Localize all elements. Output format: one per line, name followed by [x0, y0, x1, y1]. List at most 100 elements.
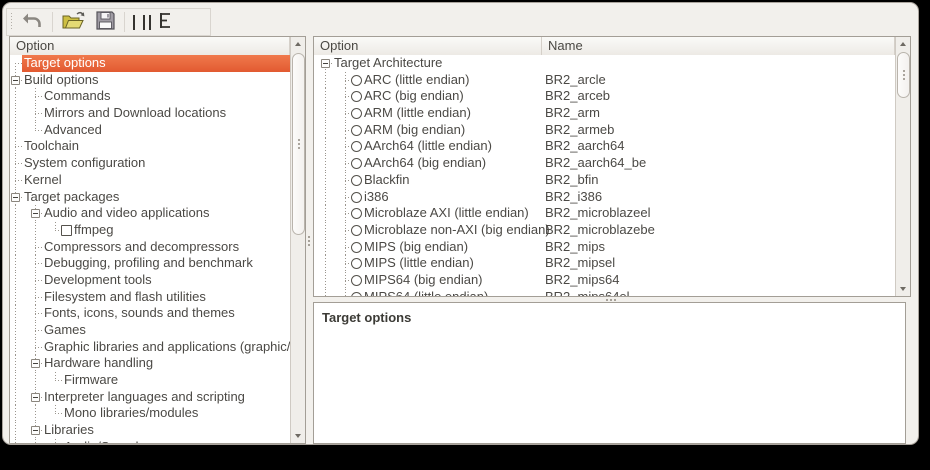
tree-item[interactable]: Games: [10, 322, 290, 339]
tree-item[interactable]: MIPS64 (big endian)BR2_mips64: [314, 272, 895, 289]
open-button[interactable]: [58, 10, 90, 34]
scroll-down-icon[interactable]: [291, 429, 305, 443]
tree-item[interactable]: Mono libraries/modules: [10, 405, 290, 422]
tree-guide-line: [15, 239, 16, 256]
tree-item[interactable]: ffmpeg: [10, 222, 290, 239]
tree-item[interactable]: Mirrors and Download locations: [10, 105, 290, 122]
collapse-minus-icon[interactable]: [11, 193, 20, 202]
tree-item[interactable]: BlackfinBR2_bfin: [314, 172, 895, 189]
scroll-up-icon[interactable]: [291, 37, 305, 51]
tree-item[interactable]: ARC (little endian)BR2_arcle: [314, 72, 895, 89]
toolbar-drag-handle[interactable]: [9, 13, 13, 31]
left-scrollbar[interactable]: [290, 37, 305, 443]
tree-guide-line: [325, 239, 326, 256]
tree-guide-line: [15, 305, 16, 322]
tree-item[interactable]: AArch64 (big endian)BR2_aarch64_be: [314, 155, 895, 172]
scroll-down-icon[interactable]: [896, 282, 910, 296]
config-symbol-name: BR2_armeb: [545, 122, 614, 139]
tree-item[interactable]: Advanced: [10, 122, 290, 139]
tree-item[interactable]: Firmware: [10, 372, 290, 389]
radio-icon[interactable]: [351, 292, 362, 296]
radio-icon[interactable]: [351, 125, 362, 136]
collapse-minus-icon[interactable]: [31, 393, 40, 402]
radio-icon[interactable]: [351, 141, 362, 152]
tree-item[interactable]: i386BR2_i386: [314, 189, 895, 206]
tree-guide-line: [325, 189, 326, 206]
left-panel-header: Option: [10, 37, 290, 56]
checkbox-icon[interactable]: [61, 225, 72, 236]
collapse-minus-icon[interactable]: [31, 426, 40, 435]
tree-guide-line: [15, 63, 24, 64]
split-view-button[interactable]: [140, 10, 154, 34]
tree-item[interactable]: Development tools: [10, 272, 290, 289]
tree-item-label: Hardware handling: [44, 355, 153, 372]
tree-item[interactable]: MIPS64 (little endian)BR2_mips64el: [314, 289, 895, 296]
tree-item[interactable]: Audio and video applications: [10, 205, 290, 222]
collapse-minus-icon[interactable]: [321, 59, 330, 68]
full-view-button[interactable]: [156, 10, 175, 34]
config-symbol-name: BR2_bfin: [545, 172, 598, 189]
tree-guide-line: [345, 289, 346, 296]
radio-icon[interactable]: [351, 158, 362, 169]
tree-item[interactable]: Target packages: [10, 189, 290, 206]
radio-icon[interactable]: [351, 75, 362, 86]
radio-icon[interactable]: [351, 242, 362, 253]
tree-item-label: MIPS64 (big endian): [364, 272, 483, 289]
tree-item[interactable]: Microblaze non-AXI (big endian)BR2_micro…: [314, 222, 895, 239]
tree-item[interactable]: Commands: [10, 88, 290, 105]
radio-icon[interactable]: [351, 108, 362, 119]
tree-item[interactable]: ARC (big endian)BR2_arceb: [314, 88, 895, 105]
undo-button[interactable]: [17, 10, 47, 34]
tree-item[interactable]: Target options: [10, 55, 290, 72]
single-view-button[interactable]: [130, 10, 138, 34]
right-scrollbar-thumb[interactable]: [897, 52, 910, 98]
config-symbol-name: BR2_mips: [545, 239, 605, 256]
tree-item[interactable]: Debugging, profiling and benchmark: [10, 255, 290, 272]
radio-icon[interactable]: [351, 175, 362, 186]
collapse-minus-icon[interactable]: [31, 359, 40, 368]
option-column-header[interactable]: Option: [10, 37, 290, 55]
tree-item[interactable]: Build options: [10, 72, 290, 89]
tree-item[interactable]: AArch64 (little endian)BR2_aarch64: [314, 138, 895, 155]
radio-icon[interactable]: [351, 225, 362, 236]
right-scrollbar[interactable]: [895, 37, 910, 296]
left-scrollbar-thumb[interactable]: [292, 53, 305, 235]
radio-icon[interactable]: [351, 208, 362, 219]
tree-item-label: Toolchain: [24, 138, 79, 155]
save-button[interactable]: [92, 10, 119, 34]
tree-guide-line: [325, 88, 326, 105]
tree-guide-line: [325, 255, 326, 272]
tree-item[interactable]: Microblaze AXI (little endian)BR2_microb…: [314, 205, 895, 222]
tree-item[interactable]: Audio/Sound: [10, 439, 290, 443]
tree-item[interactable]: System configuration: [10, 155, 290, 172]
radio-icon[interactable]: [351, 91, 362, 102]
tree-item[interactable]: Compressors and decompressors: [10, 239, 290, 256]
tree-item[interactable]: ARM (big endian)BR2_armeb: [314, 122, 895, 139]
vertical-splitter[interactable]: [306, 36, 313, 444]
tree-item[interactable]: Hardware handling: [10, 355, 290, 372]
tree-item[interactable]: Filesystem and flash utilities: [10, 289, 290, 306]
tree-item-label: Target Architecture: [334, 55, 442, 72]
tree-guide-line: [35, 247, 44, 248]
tree-item[interactable]: Graphic libraries and applications (grap…: [10, 339, 290, 356]
tree-item[interactable]: Toolchain: [10, 138, 290, 155]
scroll-up-icon[interactable]: [896, 37, 910, 51]
name-column-header[interactable]: Name: [542, 37, 895, 55]
tree-item[interactable]: Libraries: [10, 422, 290, 439]
radio-icon[interactable]: [351, 275, 362, 286]
tree-guide-line: [35, 439, 36, 443]
tree-item[interactable]: Interpreter languages and scripting: [10, 389, 290, 406]
app-window: Option Target optionsBuild optionsComman…: [2, 2, 919, 445]
tree-item[interactable]: MIPS (little endian)BR2_mipsel: [314, 255, 895, 272]
collapse-minus-icon[interactable]: [11, 76, 20, 85]
collapse-minus-icon[interactable]: [31, 209, 40, 218]
tree-item[interactable]: Fonts, icons, sounds and themes: [10, 305, 290, 322]
tree-item[interactable]: MIPS (big endian)BR2_mips: [314, 239, 895, 256]
option-column-header[interactable]: Option: [314, 37, 542, 55]
radio-icon[interactable]: [351, 258, 362, 269]
tree-guide-line: [325, 272, 326, 289]
tree-item[interactable]: Target Architecture: [314, 55, 895, 72]
radio-icon[interactable]: [351, 192, 362, 203]
tree-item[interactable]: ARM (little endian)BR2_arm: [314, 105, 895, 122]
tree-item[interactable]: Kernel: [10, 172, 290, 189]
